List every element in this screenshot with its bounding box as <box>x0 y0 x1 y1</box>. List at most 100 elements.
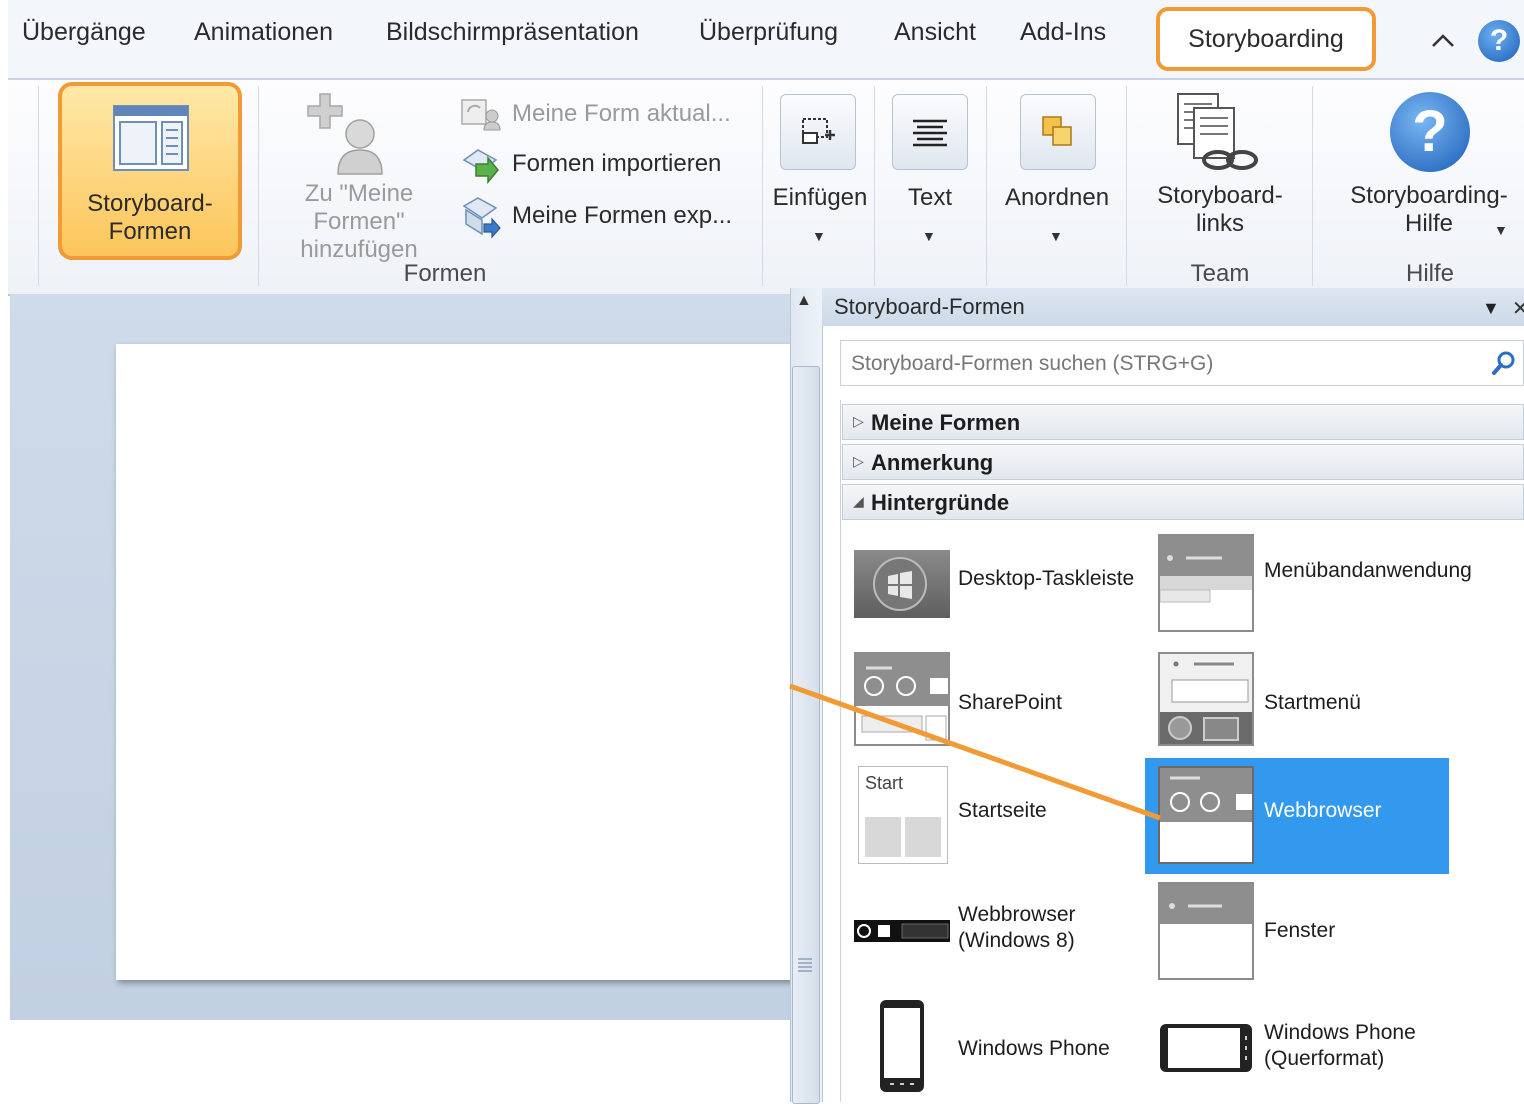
storyboard-links-button[interactable]: Storyboard- links <box>1140 88 1300 248</box>
expand-triangle-icon: ▷ <box>853 453 864 469</box>
shape-windows-phone-querformat[interactable]: Windows Phone (Querformat) <box>1158 1018 1498 1078</box>
insert-button[interactable]: Einfügen ▼ <box>766 90 874 250</box>
search-icon[interactable] <box>1490 349 1518 377</box>
shape-label: Menübandanwendung <box>1264 559 1472 582</box>
category-hintergruende[interactable]: ◢ Hintergründe <box>842 484 1524 520</box>
desktop-taskbar-thumb <box>854 550 950 618</box>
arrange-icon <box>1042 116 1072 146</box>
scroll-up-icon[interactable]: ▲ <box>796 292 812 310</box>
tab-storyboarding[interactable]: Storyboarding <box>1156 7 1376 71</box>
update-shape-label: Meine Form aktual... <box>512 100 731 127</box>
arrange-button[interactable]: Anordnen ▼ <box>992 90 1122 250</box>
shape-label: Startseite <box>958 799 1047 822</box>
tab-animationen[interactable]: Animationen <box>194 18 333 47</box>
storyboard-links-icon <box>1177 93 1258 170</box>
shape-webbrowser[interactable]: Webbrowser <box>1158 766 1448 864</box>
insert-label: Einfügen <box>772 184 868 211</box>
storyboard-forms-icon <box>113 105 189 171</box>
storyboarding-help-label-1: Storyboarding- <box>1350 182 1508 209</box>
storyboarding-help-icon: ? <box>1390 92 1470 172</box>
shape-label: Webbrowser <box>1264 799 1382 822</box>
scroll-grip-icon <box>797 956 813 977</box>
shape-desktop-taskleiste[interactable]: Desktop-Taskleiste <box>854 546 1144 620</box>
category-label: Hintergründe <box>871 490 1010 515</box>
search-input[interactable] <box>849 349 1473 379</box>
group-label-team: Team <box>1190 260 1250 287</box>
windows-phone-thumb <box>878 998 926 1094</box>
shape-label: Desktop-Taskleiste <box>958 567 1135 590</box>
tab-ueberpruefung[interactable]: Überprüfung <box>699 18 838 47</box>
tab-uebergaenge[interactable]: Übergänge <box>22 18 146 47</box>
shape-sharepoint[interactable]: SharePoint <box>854 652 1144 748</box>
start-page-tile <box>905 817 941 857</box>
export-shapes-label: Meine Formen exp... <box>512 202 733 229</box>
storyboard-forms-button[interactable]: Storyboard- Formen <box>58 82 242 260</box>
scrollbar-thumb[interactable] <box>792 366 820 1104</box>
export-shapes-icon <box>462 197 501 239</box>
pane-title: Storyboard-Formen <box>834 294 1025 319</box>
shape-menuebandanwendung[interactable]: Menübandanwendung <box>1158 534 1498 632</box>
shape-label-line1: Windows Phone <box>1264 1021 1416 1044</box>
start-menu-thumb <box>1158 652 1254 746</box>
shape-label: SharePoint <box>958 691 1062 714</box>
shape-label: Windows Phone <box>958 1037 1110 1060</box>
expand-triangle-icon: ▷ <box>853 413 864 429</box>
add-to-my-shapes-label-1: Zu "Meine <box>304 180 414 207</box>
shape-label-line2: (Windows 8) <box>958 929 1075 952</box>
storyboard-forms-label-1: Storyboard- <box>87 190 213 217</box>
add-to-my-shapes-button[interactable]: Zu "Meine Formen" hinzufügen <box>284 90 434 266</box>
text-label: Text <box>907 184 952 211</box>
export-shapes-button[interactable]: Meine Formen exp... <box>460 196 760 239</box>
text-button[interactable]: Text ▼ <box>878 90 982 250</box>
start-page-thumb: Start <box>858 766 948 864</box>
help-icon[interactable]: ? <box>1478 20 1520 62</box>
windows-phone-landscape-thumb <box>1158 1022 1254 1074</box>
update-shape-icon <box>461 99 501 131</box>
collapse-triangle-icon: ◢ <box>853 493 864 509</box>
arrange-icon-box <box>1020 94 1096 170</box>
insert-dropdown-icon: ▼ <box>812 228 826 244</box>
collapse-ribbon-icon[interactable] <box>1428 26 1458 56</box>
group-label-formen: Formen <box>403 260 487 287</box>
text-icon-box <box>892 94 968 170</box>
shape-fenster[interactable]: Fenster <box>1158 882 1448 980</box>
category-label: Anmerkung <box>871 450 994 475</box>
import-shapes-button[interactable]: Formen importieren <box>460 146 760 185</box>
pane-close-icon[interactable]: ✕ <box>1512 296 1524 321</box>
storyboard-links-label-1: Storyboard- <box>1157 182 1283 209</box>
shape-startseite[interactable]: Start Startseite <box>856 766 1142 864</box>
tab-ansicht[interactable]: Ansicht <box>894 18 976 47</box>
category-anmerkung[interactable]: ▷ Anmerkung <box>842 444 1524 480</box>
category-meine-formen[interactable]: ▷ Meine Formen <box>842 404 1524 440</box>
insert-icon-box <box>780 94 856 170</box>
windows-logo-icon <box>873 557 927 611</box>
import-shapes-icon <box>462 149 499 185</box>
add-to-my-shapes-label-2: Formen" <box>313 208 405 235</box>
add-shape-person-icon <box>307 93 383 175</box>
shape-webbrowser-windows-8[interactable]: Webbrowser (Windows 8) <box>854 900 1144 960</box>
text-dropdown-icon: ▼ <box>922 228 936 244</box>
webbrowser-thumb <box>1158 766 1254 864</box>
storyboarding-help-button[interactable]: ? Storyboarding- Hilfe ▼ <box>1334 88 1524 248</box>
arrange-dropdown-icon: ▼ <box>1049 228 1063 244</box>
shape-label: Startmenü <box>1264 691 1361 714</box>
shape-label-line1: Webbrowser <box>958 903 1076 926</box>
shape-label-line2: (Querformat) <box>1264 1047 1385 1070</box>
pane-dropdown-icon[interactable]: ▼ <box>1482 298 1500 319</box>
sharepoint-thumb <box>854 652 950 746</box>
insert-icon <box>802 118 835 144</box>
group-label-hilfe: Hilfe <box>1405 260 1454 287</box>
ribbon-app-thumb <box>1158 534 1254 632</box>
update-shape-button[interactable]: Meine Form aktual... <box>460 96 750 134</box>
shape-label: Fenster <box>1264 919 1336 942</box>
slide-canvas[interactable] <box>116 344 796 980</box>
tab-add-ins[interactable]: Add-Ins <box>1020 18 1106 47</box>
search-box[interactable] <box>840 340 1524 386</box>
shape-windows-phone[interactable]: Windows Phone <box>854 998 1144 1096</box>
tab-bildschirmpraesentation[interactable]: Bildschirmpräsentation <box>386 18 639 47</box>
import-shapes-label: Formen importieren <box>512 150 722 177</box>
text-align-icon <box>913 119 947 147</box>
storyboard-links-label-2: links <box>1195 210 1244 237</box>
shape-startmenue[interactable]: Startmenü <box>1158 652 1458 748</box>
storyboarding-help-dropdown-icon: ▼ <box>1494 222 1508 238</box>
